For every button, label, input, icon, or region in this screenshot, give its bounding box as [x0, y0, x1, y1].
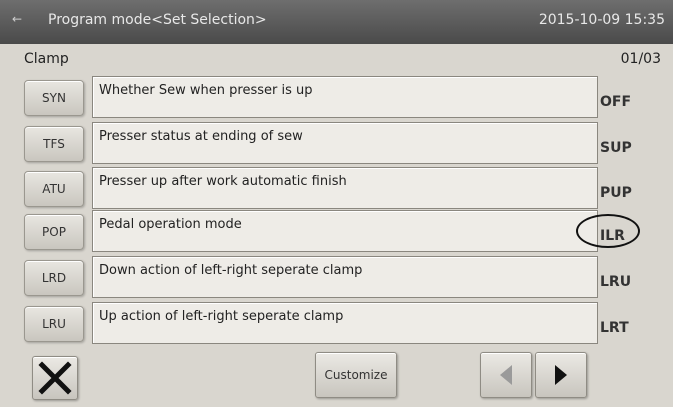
setting-value: PUP	[600, 185, 632, 201]
code-button-pop[interactable]: POP	[24, 214, 84, 250]
setting-description[interactable]: Whether Sew when presser is up	[92, 76, 598, 118]
setting-value: SUP	[600, 140, 632, 156]
next-page-button[interactable]	[535, 352, 587, 398]
setting-row-tfs: TFS Presser status at ending of sew SUP	[0, 122, 673, 166]
setting-row-atu: ATU Presser up after work automatic fini…	[0, 167, 673, 211]
code-button-atu[interactable]: ATU	[24, 171, 84, 207]
code-button-tfs[interactable]: TFS	[24, 126, 84, 162]
title-bar: ← Program mode<Set Selection> 2015-10-09…	[0, 0, 673, 44]
close-button[interactable]	[32, 356, 78, 400]
window-title: Program mode<Set Selection>	[48, 12, 267, 28]
setting-row-lru: LRU Up action of left-right seperate cla…	[0, 302, 673, 346]
setting-description[interactable]: Pedal operation mode	[92, 210, 598, 252]
setting-description[interactable]: Presser up after work automatic finish	[92, 167, 598, 209]
setting-description[interactable]: Presser status at ending of sew	[92, 122, 598, 164]
arrow-right-icon	[555, 365, 567, 385]
code-button-lru[interactable]: LRU	[24, 306, 84, 342]
datetime-display: 2015-10-09 15:35	[538, 12, 665, 28]
prev-page-button[interactable]	[480, 352, 532, 398]
back-icon[interactable]: ←	[12, 12, 22, 26]
highlight-circle	[576, 214, 640, 248]
close-icon	[38, 361, 72, 395]
page-indicator: 01/03	[620, 51, 661, 67]
setting-description[interactable]: Up action of left-right seperate clamp	[92, 302, 598, 344]
setting-row-syn: SYN Whether Sew when presser is up OFF	[0, 76, 673, 120]
arrow-left-icon	[500, 365, 512, 385]
setting-value: OFF	[600, 94, 632, 110]
setting-description[interactable]: Down action of left-right seperate clamp	[92, 256, 598, 298]
setting-row-lrd: LRD Down action of left-right seperate c…	[0, 256, 673, 300]
setting-value: LRT	[600, 320, 629, 336]
setting-value: LRU	[600, 274, 632, 290]
section-title: Clamp	[24, 51, 69, 67]
section-header: Clamp 01/03	[0, 44, 673, 72]
setting-row-pop: POP Pedal operation mode ILR	[0, 210, 673, 254]
code-button-lrd[interactable]: LRD	[24, 260, 84, 296]
customize-button[interactable]: Customize	[315, 352, 397, 398]
code-button-syn[interactable]: SYN	[24, 80, 84, 116]
